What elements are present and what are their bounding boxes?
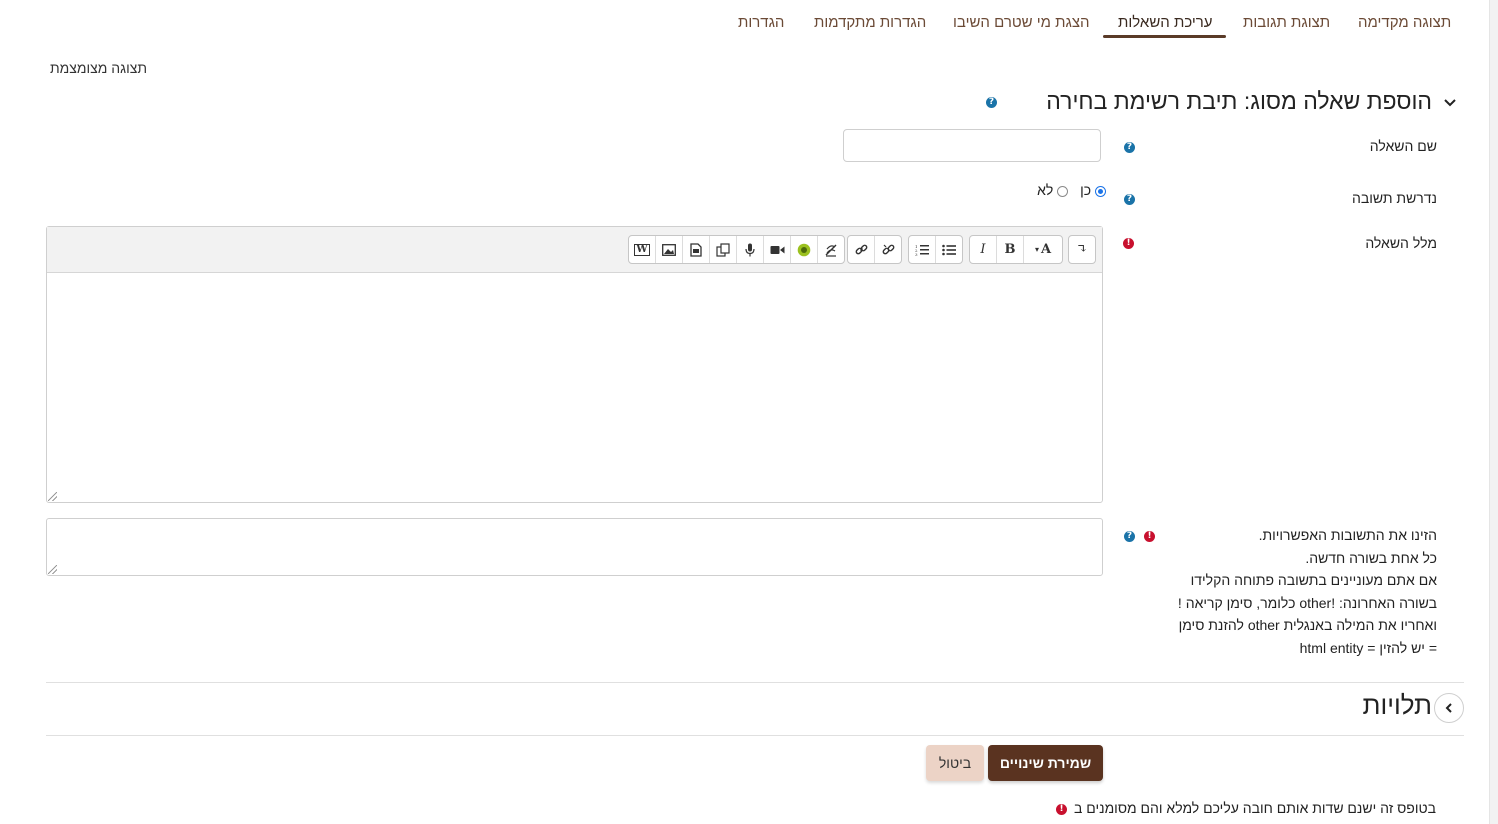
required-icon: ! xyxy=(1056,803,1068,815)
link-icon[interactable] xyxy=(848,236,874,263)
answers-label-line: הזינו את התשובות האפשרויות. xyxy=(1258,527,1437,543)
section-title: הוספת שאלה מסוג: תיבת רשימת בחירה xyxy=(1046,88,1432,114)
radio-no-label[interactable]: לא xyxy=(1037,182,1053,198)
resize-handle[interactable] xyxy=(48,492,57,501)
page-scrollbar[interactable] xyxy=(1489,0,1498,824)
undo-icon[interactable]: ↴ xyxy=(1069,236,1095,263)
font-color-icon[interactable]: ▾ A xyxy=(1023,236,1062,263)
required-fields-note-text: בטופס זה ישנם שדות אותם חובה עליכם למלא … xyxy=(1074,800,1436,816)
bold-icon[interactable]: B xyxy=(996,236,1023,263)
divider xyxy=(46,735,1464,736)
unlink-icon[interactable] xyxy=(874,236,901,263)
copy-icon[interactable] xyxy=(709,236,736,263)
radio-yes-label[interactable]: כן xyxy=(1080,182,1091,198)
answer-required-radio-group: כן לא xyxy=(1034,182,1106,200)
answers-label-line: ואחריו את המילה באנגלית other להזנת סימן xyxy=(1178,617,1437,633)
question-text-label: מלל השאלה xyxy=(1365,235,1437,251)
italic-icon[interactable]: I xyxy=(970,236,996,263)
required-fields-note: בטופס זה ישנם שדות אותם חובה עליכם למלא … xyxy=(1056,800,1436,816)
microphone-icon[interactable] xyxy=(736,236,763,263)
question-name-input[interactable] xyxy=(843,129,1101,162)
toolbar-group-link xyxy=(847,235,902,264)
toolbar-group-format: I B ▾ A xyxy=(969,235,1063,264)
answers-textarea[interactable] xyxy=(46,518,1103,576)
video-camera-icon[interactable] xyxy=(763,236,790,263)
h5p-icon[interactable] xyxy=(790,236,817,263)
active-tab-indicator xyxy=(1103,35,1226,38)
tab-bar: תצוגה מקדימה תצוגת תגובות עריכת השאלות ה… xyxy=(0,0,1498,40)
toolbar-group-undo: ↴ xyxy=(1068,235,1096,264)
help-icon[interactable]: ? xyxy=(1124,142,1135,153)
tab-advanced-settings[interactable]: הגדרות מתקדמות xyxy=(814,14,926,31)
ordered-list-icon[interactable]: 123 xyxy=(909,236,935,263)
image-icon[interactable] xyxy=(655,236,682,263)
help-icon[interactable]: ? xyxy=(986,97,997,108)
chevron-left-icon[interactable] xyxy=(1434,693,1464,723)
editor-toolbar: ↴ I B ▾ A 123 W xyxy=(47,227,1102,273)
tab-edit-questions[interactable]: עריכת השאלות xyxy=(1118,14,1213,31)
radio-no[interactable] xyxy=(1057,185,1069,197)
svg-text:3: 3 xyxy=(915,252,918,256)
resize-handle[interactable] xyxy=(48,565,57,574)
dependencies-title[interactable]: תלויות xyxy=(1363,690,1432,721)
tab-preview[interactable]: תצוגה מקדימה xyxy=(1358,14,1451,31)
answers-label-line: אם אתם מעוניינים בתשובה פתוחה הקלידו xyxy=(1190,572,1437,588)
toolbar-group-media: W xyxy=(628,235,845,264)
chevron-down-icon[interactable] xyxy=(1442,94,1458,110)
question-name-label: שם השאלה xyxy=(1369,138,1437,154)
toolbar-group-lists: 123 xyxy=(908,235,963,264)
answers-label: הזינו את התשובות האפשרויות. כל אחת בשורה… xyxy=(1117,524,1437,659)
answers-label-line: = יש להזין = html entity xyxy=(1299,639,1437,656)
answer-required-label: נדרשת תשובה xyxy=(1352,190,1437,206)
divider xyxy=(46,682,1464,683)
accessibility-checker-icon[interactable] xyxy=(817,236,844,263)
media-icon[interactable] xyxy=(682,236,709,263)
answers-label-line: כל אחת בשורה חדשה. xyxy=(1305,549,1437,566)
save-button[interactable]: שמירת שינויים xyxy=(988,745,1103,781)
help-icon[interactable]: ? xyxy=(1124,194,1135,205)
tab-settings[interactable]: הגדרות xyxy=(738,14,784,31)
compact-view-link[interactable]: תצוגה מצומצמת xyxy=(50,60,147,76)
tab-responses[interactable]: תצוגת תגובות xyxy=(1243,14,1330,31)
required-icon: ! xyxy=(1123,238,1134,249)
answers-label-line: בשורה האחרונה: !other כלומר, סימן קריאה … xyxy=(1177,594,1437,611)
cancel-button[interactable]: ביטול xyxy=(926,745,984,781)
rich-text-editor[interactable]: ↴ I B ▾ A 123 W xyxy=(46,226,1103,503)
tab-non-respondents[interactable]: הצגת מי שטרם השיבו xyxy=(953,14,1090,31)
unordered-list-icon[interactable] xyxy=(935,236,962,263)
word-paste-icon[interactable]: W xyxy=(629,236,655,263)
radio-yes[interactable] xyxy=(1095,185,1106,197)
